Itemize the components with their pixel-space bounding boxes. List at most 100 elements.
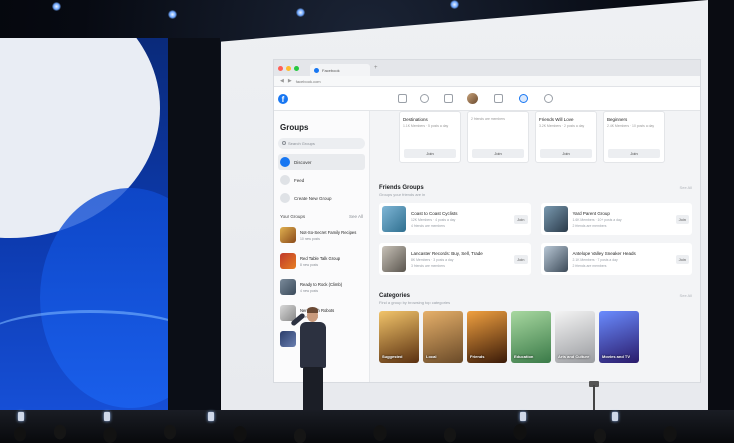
category-label: Friends (470, 354, 485, 359)
audience-phone (520, 412, 526, 421)
join-button[interactable]: Join (404, 149, 456, 158)
sidebar-item-label: Feed (294, 177, 305, 183)
see-all-link[interactable]: See All (680, 293, 692, 299)
your-groups-header: Your Groups See All (280, 214, 363, 219)
category-tile-education[interactable]: Education (511, 311, 551, 363)
suggested-group-card[interactable]: 2 friends are members Join (467, 111, 529, 163)
friends-groups-header: Friends Groups See All (379, 185, 692, 191)
marketplace-icon[interactable] (494, 94, 503, 103)
audience-phone (18, 412, 24, 421)
card-title: Friends Will Love (539, 117, 574, 122)
sidebar-group-item[interactable]: Ready to Rock (Climb) 4 new posts (278, 275, 365, 299)
card-meta: 2 friends are members (471, 117, 505, 121)
join-button[interactable]: Join (540, 149, 592, 158)
sidebar-item-create-group[interactable]: Create New Group (278, 190, 365, 206)
messenger-icon[interactable] (544, 94, 553, 103)
join-button[interactable]: Join (514, 214, 528, 224)
category-label: Arts and Culture (558, 354, 590, 359)
browser-tab[interactable]: Facebook (310, 64, 370, 76)
category-tile-suggested[interactable]: Suggested (379, 311, 419, 363)
category-tile-arts[interactable]: Arts and Culture (555, 311, 595, 363)
presenter-body (300, 322, 326, 368)
category-label: Movies and TV (602, 354, 631, 359)
suggested-group-card[interactable]: Friends Will Love 3.2K Members · 2 posts… (535, 111, 597, 163)
group-name: Coast to Coast Cyclists (411, 210, 458, 216)
sidebar-group-item[interactable]: Red Table Talk Group 8 new posts (278, 249, 365, 273)
close-window-dot[interactable] (278, 65, 283, 71)
search-groups-input[interactable]: Search Groups (278, 138, 365, 149)
category-tile-local[interactable]: Local (423, 311, 463, 363)
section-title: Categories (379, 293, 411, 299)
feed-icon (280, 175, 290, 185)
category-tile-friends[interactable]: Friends (467, 311, 507, 363)
friends-group-card[interactable]: Yard Parent Group 1.6K Members · 10+ pos… (540, 203, 692, 235)
friends-count: 3 friends are members (411, 263, 445, 268)
group-name: Red Table Talk Group (300, 255, 341, 261)
presenter (290, 305, 340, 417)
group-thumbnail (382, 206, 406, 232)
sidebar-item-discover[interactable]: Discover (278, 154, 365, 170)
friends-count: 2 friends are members (572, 223, 607, 228)
group-thumbnail (280, 279, 296, 295)
forward-arrow-icon[interactable]: ▶ (288, 78, 292, 84)
stage-light (52, 2, 61, 11)
join-button[interactable]: Join (675, 214, 689, 224)
card-meta: 1.1K Members · 5 posts a day (403, 124, 449, 128)
watch-icon[interactable] (444, 94, 453, 103)
new-tab-icon[interactable]: + (374, 65, 378, 71)
maximize-window-dot[interactable] (294, 65, 299, 71)
friends-group-card[interactable]: Coast to Coast Cyclists 12K Members · 4 … (379, 203, 531, 235)
friends-group-card[interactable]: Antelope Valley Sneaker Heads 2.1K Membe… (540, 243, 692, 275)
plus-icon (280, 193, 290, 203)
suggested-cards-row: Destinations 1.1K Members · 5 posts a da… (379, 111, 692, 163)
group-thumbnail (543, 246, 568, 272)
group-name: Ready to Rock (Climb) (300, 281, 343, 287)
join-button[interactable]: Join (608, 149, 660, 158)
suggested-group-card[interactable]: Destinations 1.1K Members · 5 posts a da… (399, 111, 461, 163)
audience-phone (612, 412, 618, 421)
screen-graphic (0, 310, 168, 370)
group-name: Yard Parent Group (572, 210, 610, 216)
group-meta: 2.1K Members · 7 posts a day (572, 257, 618, 262)
category-label: Education (514, 354, 534, 359)
audience-phone (208, 412, 214, 421)
card-title: Destinations (403, 117, 428, 122)
groups-icon[interactable] (519, 94, 528, 103)
left-side-screen (0, 38, 168, 410)
facebook-logo-icon[interactable]: f (278, 94, 288, 104)
sidebar-group-item[interactable]: Not-So-Secret Family Recipes 10 new post… (278, 223, 365, 247)
keynote-stage: Facebook + ◀ ▶ facebook.com f Groups Sea… (0, 0, 734, 443)
friends-groups-grid: Coast to Coast Cyclists 12K Members · 4 … (379, 203, 692, 275)
home-icon[interactable] (398, 94, 407, 103)
suggested-group-card[interactable]: Beginners 2.4K Members · 10 posts a day … (603, 111, 665, 163)
search-placeholder: Search Groups (288, 141, 315, 146)
screen-frame (168, 38, 220, 410)
group-thumbnail (280, 253, 296, 269)
group-meta: 8K Members · 3 posts a day (411, 257, 454, 262)
join-button[interactable]: Join (675, 254, 689, 264)
screen-frame (706, 0, 734, 443)
minimize-window-dot[interactable] (286, 65, 291, 71)
category-tile-movies[interactable]: Movies and TV (599, 311, 639, 363)
group-thumbnail (382, 246, 406, 272)
group-activity: 4 new posts (300, 288, 319, 293)
card-title: Beginners (607, 117, 628, 122)
sidebar-item-feed[interactable]: Feed (278, 172, 365, 188)
friends-icon[interactable] (420, 94, 429, 103)
address-bar[interactable]: ◀ ▶ facebook.com (274, 76, 700, 87)
card-meta: 3.2K Members · 2 posts a day (539, 124, 585, 128)
section-subtitle: Groups your friends are in (379, 192, 426, 197)
facebook-favicon-icon (314, 67, 319, 73)
back-arrow-icon[interactable]: ◀ (280, 78, 284, 84)
tab-title: Facebook (322, 67, 340, 73)
friends-group-card[interactable]: Lancaster Records: Buy, Sell, Trade 8K M… (379, 243, 531, 275)
join-button[interactable]: Join (472, 149, 524, 158)
profile-avatar[interactable] (467, 93, 478, 104)
your-groups-label: Your Groups (280, 214, 306, 219)
see-all-link[interactable]: See All (680, 185, 692, 191)
compass-icon (280, 157, 290, 167)
see-all-link[interactable]: See All (349, 214, 363, 219)
categories-row: Suggested Local Friends Education Arts a… (379, 311, 692, 363)
join-button[interactable]: Join (514, 254, 528, 264)
group-thumbnail (280, 227, 296, 243)
